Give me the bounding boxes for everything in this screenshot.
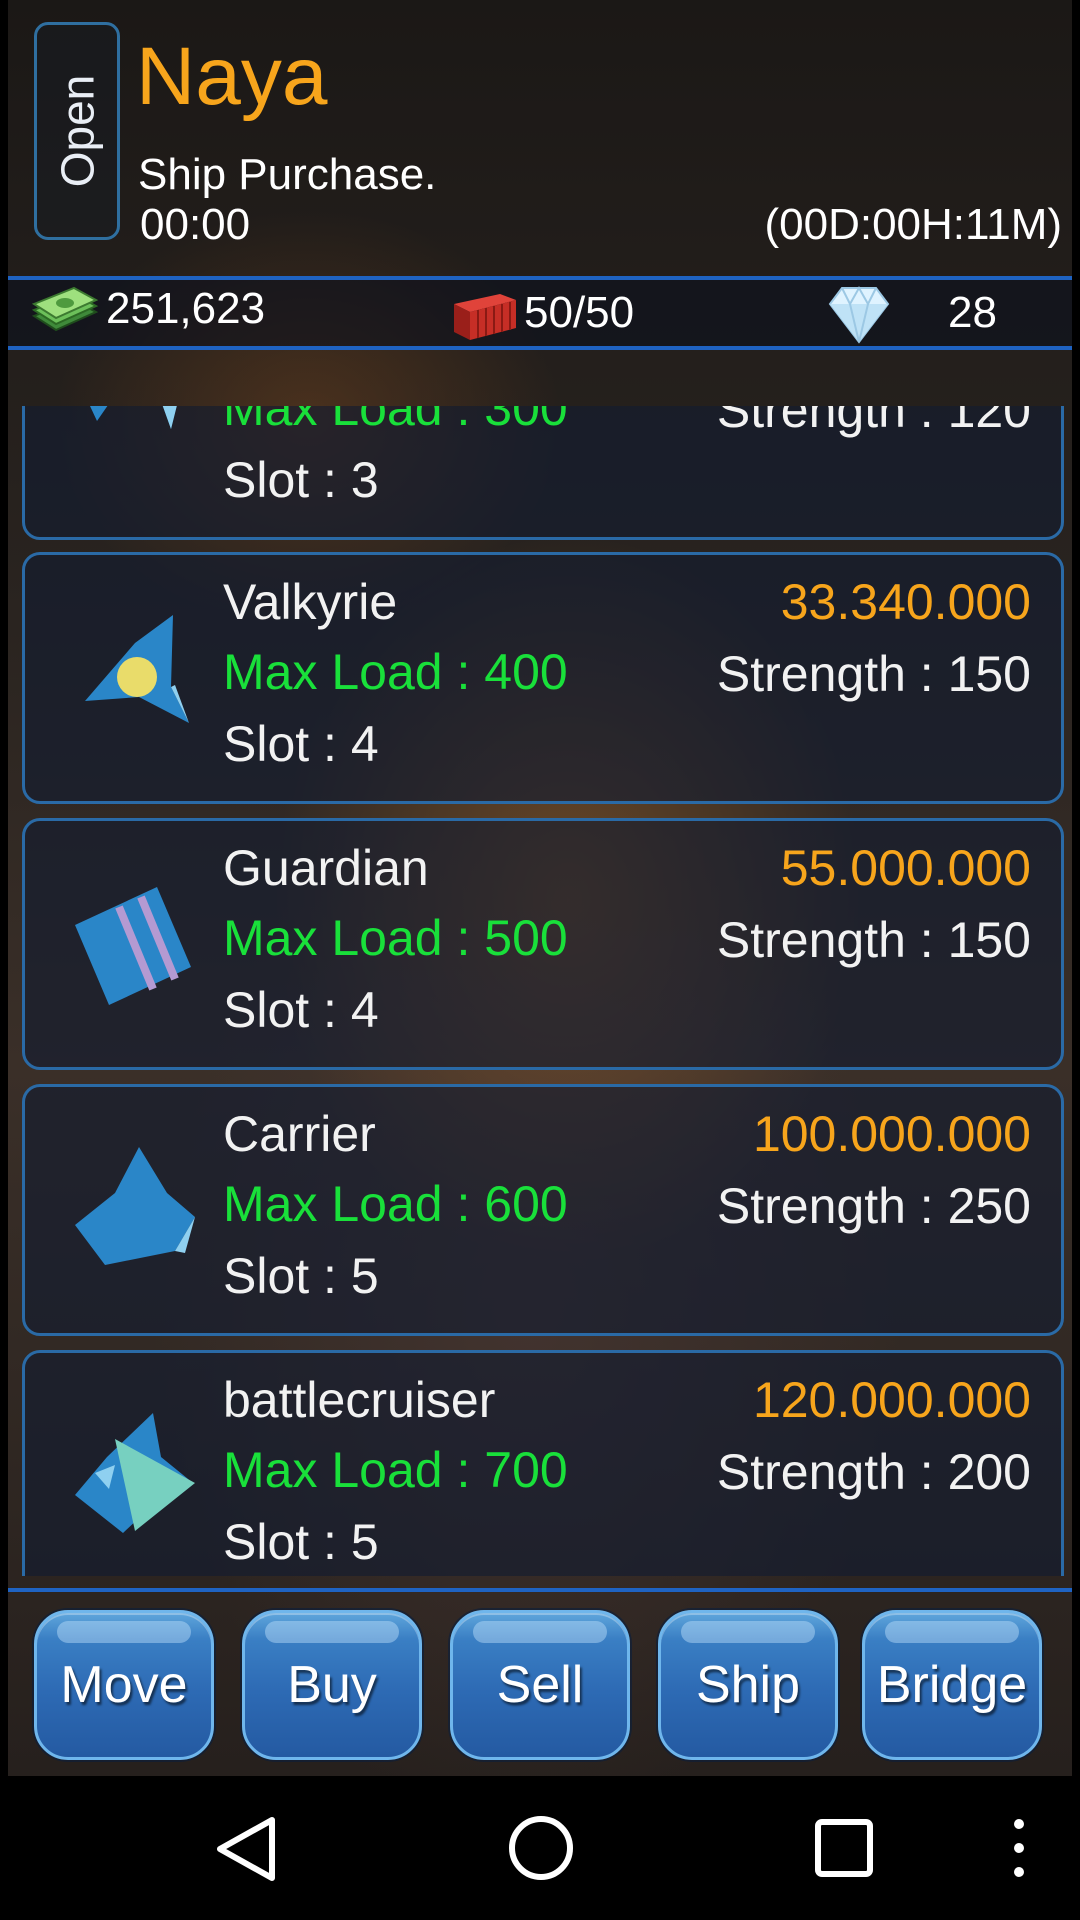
ship-max-load: Max Load : 700	[223, 1442, 568, 1498]
game-clock: 00:00	[140, 200, 251, 249]
sell-button-label: Sell	[496, 1656, 584, 1714]
ship-slot: Slot : 5	[223, 1248, 379, 1304]
android-navigation-bar	[0, 1776, 1080, 1920]
valkyrie-ship-icon	[85, 615, 189, 723]
ship-card[interactable]: Carrier Max Load : 600 Slot : 5 100.000.…	[22, 1084, 1064, 1336]
game-screen: Open Naya Ship Purchase. 00:00 (00D:00H:…	[8, 0, 1072, 1776]
ship-max-load: Max Load : 300	[223, 406, 568, 436]
ship-button[interactable]: Ship	[658, 1610, 838, 1760]
ship-strength: Strength : 120	[716, 406, 1031, 438]
status-bar: 251,623 50/50 28	[8, 276, 1072, 350]
ship-card[interactable]: Guardian Max Load : 500 Slot : 4 55.000.…	[22, 818, 1064, 1070]
ship-button-label: Ship	[695, 1656, 801, 1714]
ship-slot: Slot : 4	[223, 982, 379, 1038]
cargo-container-icon	[454, 294, 516, 340]
ship-name: Valkyrie	[223, 574, 398, 630]
ship-max-load: Max Load : 500	[223, 910, 568, 966]
carrier-ship-icon	[75, 1147, 195, 1265]
ship-strength: Strength : 200	[716, 1444, 1031, 1500]
move-button[interactable]: Move	[34, 1610, 214, 1760]
ship-strength: Strength : 150	[716, 646, 1031, 702]
bridge-button[interactable]: Bridge	[862, 1610, 1042, 1760]
ship-max-load: Max Load : 400	[223, 644, 568, 700]
ship-list[interactable]: Max Load : 300 Slot : 3 Strength : 120 V…	[8, 406, 1072, 1576]
ship-card[interactable]: Valkyrie Max Load : 400 Slot : 4 33.340.…	[22, 552, 1064, 804]
ship-slot: Slot : 4	[223, 716, 379, 772]
back-icon[interactable]	[212, 1814, 282, 1884]
ship-card[interactable]: battlecruiser Max Load : 700 Slot : 5 12…	[22, 1350, 1064, 1576]
ship-slot: Slot : 3	[223, 452, 379, 508]
home-icon[interactable]	[505, 1812, 577, 1884]
ship-card[interactable]: Max Load : 300 Slot : 3 Strength : 120	[22, 406, 1064, 540]
sell-button[interactable]: Sell	[450, 1610, 630, 1760]
ship-name: battlecruiser	[223, 1372, 496, 1428]
countdown-timer: (00D:00H:11M)	[764, 200, 1062, 249]
ship-price: 120.000.000	[752, 1372, 1031, 1428]
location-name: Naya	[136, 31, 328, 122]
guardian-ship-icon	[75, 887, 191, 1005]
buy-button-label: Buy	[287, 1656, 377, 1714]
ship-price: 33.340.000	[780, 574, 1031, 630]
ship-price: 55.000.000	[780, 840, 1031, 896]
more-options-icon[interactable]	[1008, 1812, 1030, 1884]
battlecruiser-ship-icon	[75, 1413, 195, 1533]
ship-price: 100.000.000	[752, 1106, 1031, 1162]
ship-name: Guardian	[223, 840, 429, 896]
ship-strength: Strength : 250	[716, 1178, 1031, 1234]
move-button-label: Move	[60, 1656, 188, 1714]
bridge-button-label: Bridge	[876, 1656, 1028, 1714]
ship-name: Carrier	[223, 1106, 376, 1162]
recents-icon[interactable]	[812, 1816, 876, 1880]
gem-value: 28	[948, 288, 997, 337]
ship-slot: Slot : 5	[223, 1514, 379, 1570]
ship-max-load: Max Load : 600	[223, 1176, 568, 1232]
ship-strength: Strength : 150	[716, 912, 1031, 968]
diamond-icon	[828, 285, 890, 344]
buy-button[interactable]: Buy	[242, 1610, 422, 1760]
money-stack-icon	[31, 286, 99, 332]
open-button[interactable]: Open	[34, 22, 120, 240]
money-value: 251,623	[106, 284, 266, 333]
cargo-value: 50/50	[524, 288, 635, 337]
divider	[8, 1588, 1072, 1592]
wing-ship-icon	[90, 406, 177, 429]
activity-label: Ship Purchase.	[138, 150, 437, 199]
open-button-label: Open	[51, 74, 103, 188]
